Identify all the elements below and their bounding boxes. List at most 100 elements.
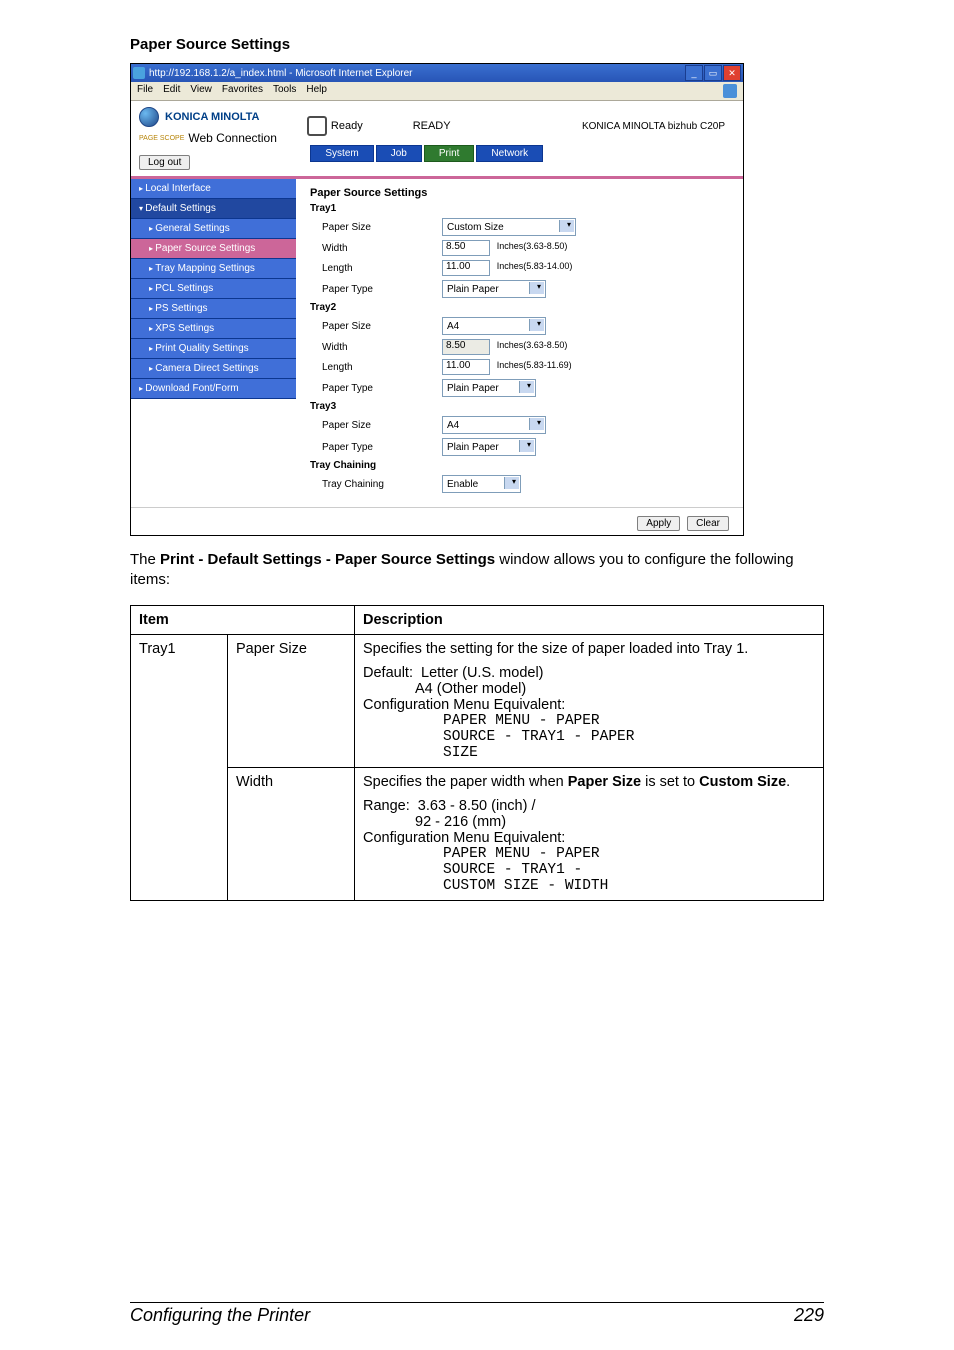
- tray1-length-label: Length: [310, 263, 442, 274]
- nav-local-interface[interactable]: Local Interface: [131, 179, 296, 199]
- browser-menubar: File Edit View Favorites Tools Help: [131, 82, 743, 101]
- webconn-text: Web Connection: [188, 131, 277, 145]
- tray1-length-range: Inches(5.83-14.00): [497, 261, 573, 271]
- sidebar: Local Interface Default Settings General…: [131, 179, 296, 503]
- nav-download-font[interactable]: Download Font/Form: [131, 379, 296, 399]
- r1-def1: Letter (U.S. model): [421, 665, 544, 681]
- nav-tray-mapping[interactable]: Tray Mapping Settings: [131, 259, 296, 279]
- cell-paper-size: Paper Size: [228, 634, 355, 767]
- cell-width: Width: [228, 767, 355, 900]
- r2-b2: Custom Size: [699, 774, 786, 790]
- r2-end: .: [786, 774, 790, 790]
- r2-desc-pre: Specifies the paper width when: [363, 774, 568, 790]
- pagescope-label: PAGE SCOPE: [139, 135, 184, 142]
- nav-print-quality[interactable]: Print Quality Settings: [131, 339, 296, 359]
- nav-xps-settings[interactable]: XPS Settings: [131, 319, 296, 339]
- r2-range-label: Range:: [363, 798, 410, 814]
- tray3-heading: Tray3: [310, 401, 729, 412]
- menu-help[interactable]: Help: [306, 84, 327, 98]
- r1-desc: Specifies the setting for the size of pa…: [363, 641, 748, 657]
- tray3-papertype-select[interactable]: Plain Paper: [442, 438, 536, 456]
- r2-menu2: SOURCE - TRAY1 -: [363, 862, 815, 878]
- tray1-width-input[interactable]: 8.50: [442, 240, 490, 256]
- nav-ps-settings[interactable]: PS Settings: [131, 299, 296, 319]
- ie-favicon-icon: [133, 67, 145, 79]
- printer-status-icon: [307, 116, 327, 136]
- nav-general-settings[interactable]: General Settings: [131, 219, 296, 239]
- tray1-width-range: Inches(3.63-8.50): [497, 241, 568, 251]
- web-connection-label: PAGE SCOPE Web Connection: [139, 131, 277, 145]
- nav-paper-source-settings[interactable]: Paper Source Settings: [131, 239, 296, 259]
- r2-menu3: CUSTOM SIZE - WIDTH: [363, 878, 815, 894]
- th-description: Description: [355, 605, 824, 634]
- tray2-papertype-label: Paper Type: [310, 383, 442, 394]
- footer-right: 229: [794, 1305, 824, 1326]
- r1-def2: A4 (Other model): [363, 681, 815, 697]
- main-form: Paper Source Settings Tray1 Paper Size C…: [296, 179, 743, 503]
- r1-cfg-label: Configuration Menu Equivalent:: [363, 697, 565, 713]
- tray3-papersize-label: Paper Size: [310, 420, 442, 431]
- tray2-length-input[interactable]: 11.00: [442, 359, 490, 375]
- tray3-papertype-label: Paper Type: [310, 442, 442, 453]
- form-heading: Paper Source Settings: [310, 187, 729, 199]
- cell-paper-size-desc: Specifies the setting for the size of pa…: [355, 634, 824, 767]
- screenshot-container: http://192.168.1.2/a_index.html - Micros…: [130, 63, 744, 536]
- tray1-papersize-select[interactable]: Custom Size: [442, 218, 576, 236]
- brand-text: KONICA MINOLTA: [165, 111, 260, 123]
- close-button[interactable]: ✕: [723, 65, 741, 81]
- clear-button[interactable]: Clear: [687, 516, 729, 531]
- logout-button[interactable]: Log out: [139, 155, 190, 170]
- traychaining-select[interactable]: Enable: [442, 475, 521, 493]
- traychaining-heading: Tray Chaining: [310, 460, 729, 471]
- tray1-length-input[interactable]: 11.00: [442, 260, 490, 276]
- r2-range2: 92 - 216 (mm): [363, 814, 815, 830]
- ready-big: READY: [413, 120, 451, 132]
- section-title: Paper Source Settings: [130, 36, 824, 53]
- caption-paragraph: The Print - Default Settings - Paper Sou…: [130, 550, 824, 591]
- footer-left: Configuring the Printer: [130, 1305, 310, 1326]
- r1-menu1: PAPER MENU - PAPER: [363, 713, 815, 729]
- nav-camera-direct[interactable]: Camera Direct Settings: [131, 359, 296, 379]
- tray1-papersize-label: Paper Size: [310, 222, 442, 233]
- r2-mid: is set to: [641, 774, 699, 790]
- r2-range1: 3.63 - 8.50 (inch) /: [418, 798, 536, 814]
- menu-favorites[interactable]: Favorites: [222, 84, 263, 98]
- tray2-papertype-select[interactable]: Plain Paper: [442, 379, 536, 397]
- brand-logo: KONICA MINOLTA: [139, 107, 277, 127]
- apply-button[interactable]: Apply: [637, 516, 680, 531]
- ie-logo-icon: [723, 84, 737, 98]
- tray1-papertype-label: Paper Type: [310, 284, 442, 295]
- tray2-papersize-label: Paper Size: [310, 321, 442, 332]
- divider: [131, 507, 743, 508]
- traychaining-label: Tray Chaining: [310, 479, 442, 490]
- nav-default-settings[interactable]: Default Settings: [131, 199, 296, 219]
- minimize-button[interactable]: _: [685, 65, 703, 81]
- tray2-length-label: Length: [310, 362, 442, 373]
- tray2-width-input[interactable]: 8.50: [442, 339, 490, 355]
- tray2-length-range: Inches(5.83-11.69): [497, 360, 572, 370]
- tray2-heading: Tray2: [310, 302, 729, 313]
- r1-menu3: SIZE: [363, 745, 815, 761]
- r1-default-label: Default:: [363, 665, 413, 681]
- tray2-width-range: Inches(3.63-8.50): [497, 340, 568, 350]
- tray2-papersize-select[interactable]: A4: [442, 317, 546, 335]
- tray3-papersize-select[interactable]: A4: [442, 416, 546, 434]
- tab-network[interactable]: Network: [476, 145, 543, 162]
- window-titlebar: http://192.168.1.2/a_index.html - Micros…: [131, 64, 743, 82]
- menu-file[interactable]: File: [137, 84, 153, 98]
- menu-edit[interactable]: Edit: [163, 84, 180, 98]
- maximize-button[interactable]: ▭: [704, 65, 722, 81]
- tray1-heading: Tray1: [310, 203, 729, 214]
- tab-print[interactable]: Print: [424, 145, 475, 162]
- window-title: http://192.168.1.2/a_index.html - Micros…: [149, 68, 685, 79]
- cell-width-desc: Specifies the paper width when Paper Siz…: [355, 767, 824, 900]
- menu-tools[interactable]: Tools: [273, 84, 296, 98]
- tab-system[interactable]: System: [310, 145, 373, 162]
- device-name: KONICA MINOLTA bizhub C20P: [582, 121, 735, 132]
- nav-pcl-settings[interactable]: PCL Settings: [131, 279, 296, 299]
- tab-job[interactable]: Job: [376, 145, 422, 162]
- menu-view[interactable]: View: [190, 84, 212, 98]
- settings-table: Item Description Tray1 Paper Size Specif…: [130, 605, 824, 901]
- cell-tray1: Tray1: [131, 634, 228, 900]
- tray1-papertype-select[interactable]: Plain Paper: [442, 280, 546, 298]
